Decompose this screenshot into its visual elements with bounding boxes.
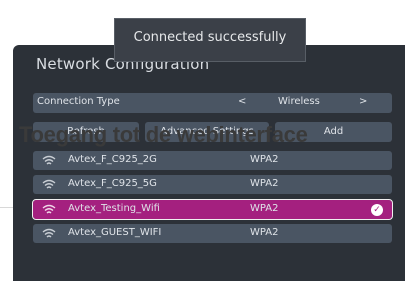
network-security: WPA2 (250, 178, 279, 189)
network-name: Avtex_F_C925_2G (68, 154, 157, 165)
wifi-icon (42, 204, 56, 214)
connection-type-label: Connection Type (37, 96, 120, 107)
network-security: WPA2 (250, 203, 279, 214)
network-security: WPA2 (250, 227, 279, 238)
network-name: Avtex_GUEST_WIFI (68, 227, 162, 238)
check-icon: ✓ (371, 204, 383, 216)
wifi-icon (42, 155, 56, 165)
wifi-icon (42, 179, 56, 189)
network-configuration-dialog: Network Configuration Connection Type < … (13, 45, 405, 281)
watermark-caption: Toegang tot de webinterface (19, 122, 308, 147)
wifi-icon (42, 228, 56, 238)
connection-toast: Connected successfully (114, 18, 306, 62)
network-list-item[interactable]: Avtex_GUEST_WIFI WPA2 (33, 224, 392, 243)
network-name: Avtex_F_C925_5G (68, 178, 157, 189)
connection-type-selector[interactable]: Connection Type < Wireless > (33, 93, 392, 113)
network-list-item[interactable]: Avtex_F_C925_2G WPA2 (33, 151, 392, 170)
network-security: WPA2 (250, 154, 279, 165)
network-name: Avtex_Testing_Wifi (68, 203, 160, 214)
network-list-item[interactable]: Avtex_F_C925_5G WPA2 (33, 175, 392, 194)
chevron-left-icon[interactable]: < (238, 96, 246, 107)
connection-type-value: Wireless (278, 96, 320, 107)
network-list-item-selected[interactable]: Avtex_Testing_Wifi WPA2 ✓ (32, 199, 393, 220)
chevron-right-icon[interactable]: > (359, 96, 367, 107)
